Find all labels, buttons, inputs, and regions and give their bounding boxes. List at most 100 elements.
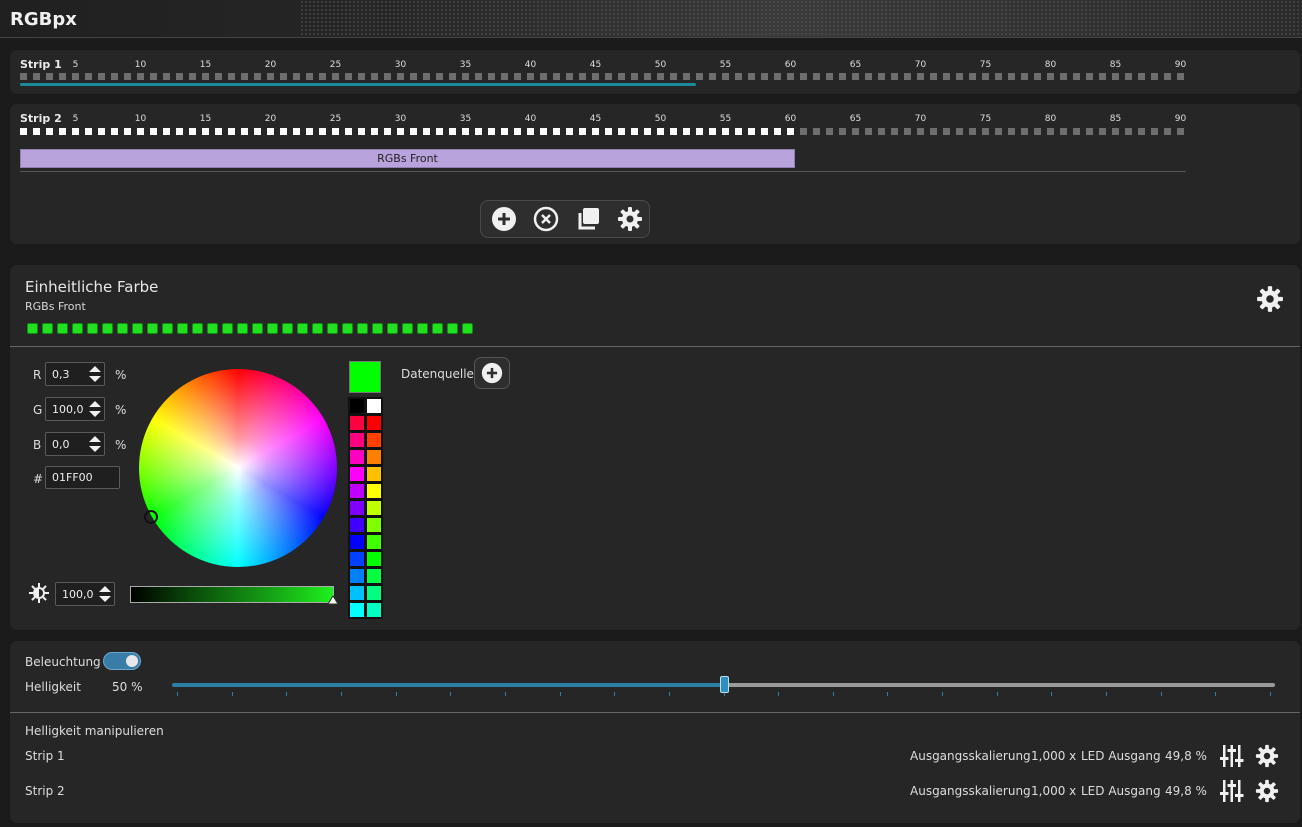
strip-led[interactable] [20,128,27,135]
slider-thumb[interactable] [720,676,729,693]
strip-led[interactable] [98,128,105,135]
strip-led[interactable] [787,128,794,135]
strip-led[interactable] [280,73,287,80]
strip-led[interactable] [72,128,79,135]
strip-led[interactable] [865,128,872,135]
palette-swatch[interactable] [350,501,364,515]
strip-led[interactable] [150,73,157,80]
strip-led[interactable] [1112,73,1119,80]
strip-led[interactable] [969,128,976,135]
strip-led[interactable] [839,73,846,80]
strip-led[interactable] [644,73,651,80]
strip-led[interactable] [1021,73,1028,80]
strip-led[interactable] [1073,128,1080,135]
palette-swatch[interactable] [367,501,381,515]
strip-led[interactable] [891,128,898,135]
spinner-arrows-icon[interactable] [87,364,103,384]
strip-led[interactable] [319,73,326,80]
strip-led[interactable] [618,73,625,80]
strip-led[interactable] [176,73,183,80]
r-input[interactable]: 0,3 [45,362,105,386]
g-input[interactable]: 100,0 [45,397,105,421]
strip-led[interactable] [527,128,534,135]
strip-led[interactable] [371,128,378,135]
strip-2-adjust-button[interactable] [1219,778,1245,804]
strip-led[interactable] [410,128,417,135]
strip-led[interactable] [1047,128,1054,135]
palette-swatch[interactable] [350,450,364,464]
strip-led[interactable] [774,128,781,135]
strip-led[interactable] [488,128,495,135]
strip-led[interactable] [774,73,781,80]
strip-led[interactable] [163,73,170,80]
strip-led[interactable] [163,128,170,135]
palette-swatch[interactable] [350,535,364,549]
strip-led[interactable] [735,128,742,135]
strip-led[interactable] [592,128,599,135]
strip-led[interactable] [657,128,664,135]
strip-led[interactable] [1151,73,1158,80]
strip-led[interactable] [735,73,742,80]
strip-led[interactable] [1034,128,1041,135]
strip-led[interactable] [423,128,430,135]
strip-led[interactable] [293,73,300,80]
strip-led[interactable] [605,128,612,135]
strip-led[interactable] [293,128,300,135]
strip-led[interactable] [904,128,911,135]
strip-led[interactable] [514,73,521,80]
strip-led[interactable] [436,73,443,80]
strip-led[interactable] [345,128,352,135]
strip-led[interactable] [644,128,651,135]
strip-led[interactable] [150,128,157,135]
strip-led[interactable] [345,73,352,80]
strip-led[interactable] [176,128,183,135]
strip-led[interactable] [657,73,664,80]
palette-swatch[interactable] [367,569,381,583]
strip-led[interactable] [579,128,586,135]
palette-swatch[interactable] [367,552,381,566]
strip-led[interactable] [111,73,118,80]
strip-led[interactable] [85,73,92,80]
strip-led[interactable] [319,128,326,135]
strip-led[interactable] [826,73,833,80]
strip-led[interactable] [670,73,677,80]
strip-led[interactable] [696,128,703,135]
strip-led[interactable] [1034,73,1041,80]
b-input[interactable]: 0,0 [45,432,105,456]
strip-led[interactable] [306,128,313,135]
strip-led[interactable] [1060,73,1067,80]
strip-led[interactable] [215,73,222,80]
palette-swatch[interactable] [367,586,381,600]
strip-led[interactable] [605,73,612,80]
strip-led[interactable] [878,73,885,80]
palette-swatch[interactable] [367,484,381,498]
strip-led[interactable] [813,128,820,135]
strip-led[interactable] [33,73,40,80]
strip-led[interactable] [202,128,209,135]
strip-led[interactable] [228,73,235,80]
strip-led[interactable] [631,73,638,80]
strip-led[interactable] [306,73,313,80]
palette-swatch[interactable] [367,535,381,549]
palette-swatch[interactable] [350,467,364,481]
strip-led[interactable] [527,73,534,80]
strip-led[interactable] [1164,73,1171,80]
strip-1-adjust-button[interactable] [1219,743,1245,769]
strip-led[interactable] [683,73,690,80]
strip-led[interactable] [228,128,235,135]
strip-led[interactable] [1099,73,1106,80]
strip-led[interactable] [46,73,53,80]
add-datasource-button[interactable] [474,357,510,389]
spinner-arrows-icon[interactable] [87,434,103,454]
strip-led[interactable] [332,128,339,135]
palette-swatch[interactable] [350,518,364,532]
strip-led[interactable] [1177,128,1184,135]
strip-led[interactable] [215,128,222,135]
strip-led[interactable] [46,128,53,135]
strip-led[interactable] [878,128,885,135]
strip-led[interactable] [514,128,521,135]
strip-led[interactable] [241,73,248,80]
strip-led[interactable] [384,128,391,135]
strip-led[interactable] [956,128,963,135]
strip-led[interactable] [33,128,40,135]
